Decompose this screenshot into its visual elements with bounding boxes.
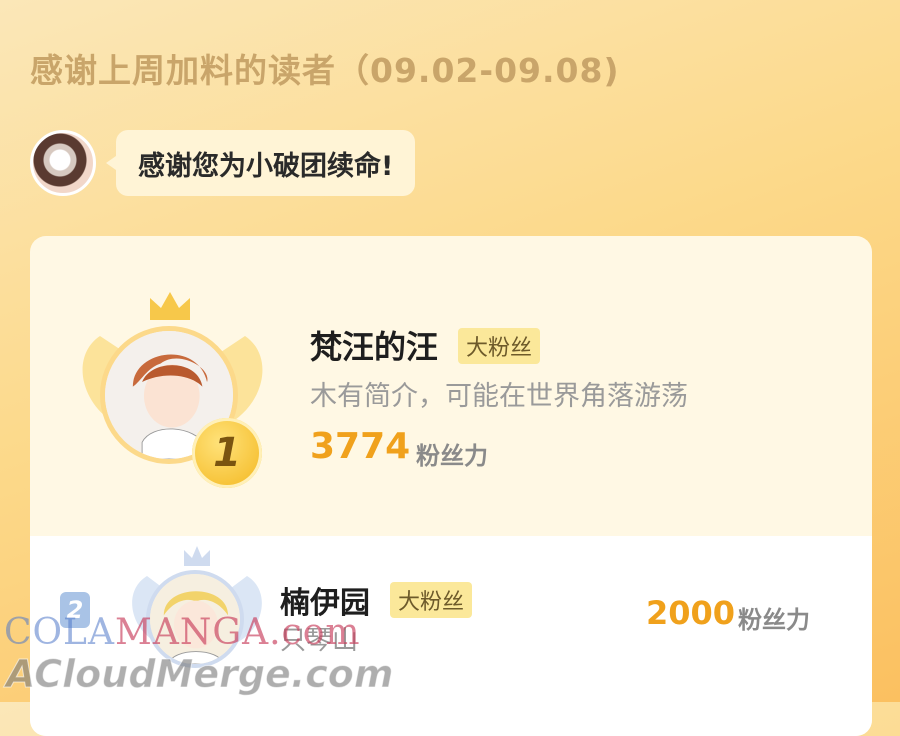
page-title: 感谢上周加料的读者（09.02-09.08): [30, 51, 620, 90]
leader-bio-1: 木有简介，可能在世界角落游荡: [310, 381, 688, 412]
leader-name-1[interactable]: 梵汪的汪: [310, 322, 438, 368]
watermark-acloudmerge: ACloudMerge.com: [5, 652, 394, 697]
crown-icon: [150, 292, 190, 320]
score-unit-1: 粉丝力: [416, 442, 488, 470]
fan-level-tag-2: 大粉丝: [390, 582, 473, 618]
score-unit-2: 粉丝力: [738, 606, 810, 634]
watermark-colamanga: COLAMANGA.com: [4, 612, 361, 653]
speech-bubble: 感谢您为小破团续命!: [105, 130, 416, 196]
watermark-part: .com: [269, 612, 361, 653]
fan-level-tag-1: 大粉丝: [458, 328, 541, 364]
leader-score-2: 2000: [646, 594, 736, 632]
watermark-part: MANGA: [114, 612, 270, 653]
leader-row-1[interactable]: 1 梵汪的汪 大粉丝 木有简介，可能在世界角落游荡 3774 粉丝力: [30, 236, 872, 536]
watermark-part: COLA: [4, 612, 115, 653]
speaker-avatar: [30, 130, 96, 196]
rank-badge-1: 1: [192, 418, 262, 488]
leader-score-1: 3774: [310, 426, 411, 467]
